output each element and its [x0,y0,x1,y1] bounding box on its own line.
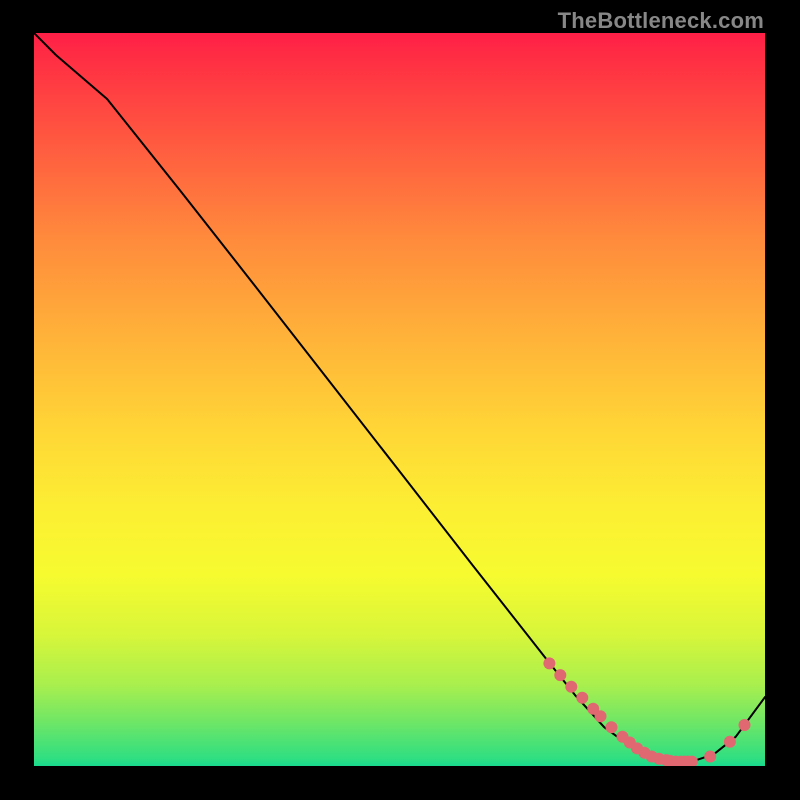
watermark-label: TheBottleneck.com [558,8,764,34]
chart-frame: TheBottleneck.com [0,0,800,800]
gradient-plot-area [34,33,765,766]
